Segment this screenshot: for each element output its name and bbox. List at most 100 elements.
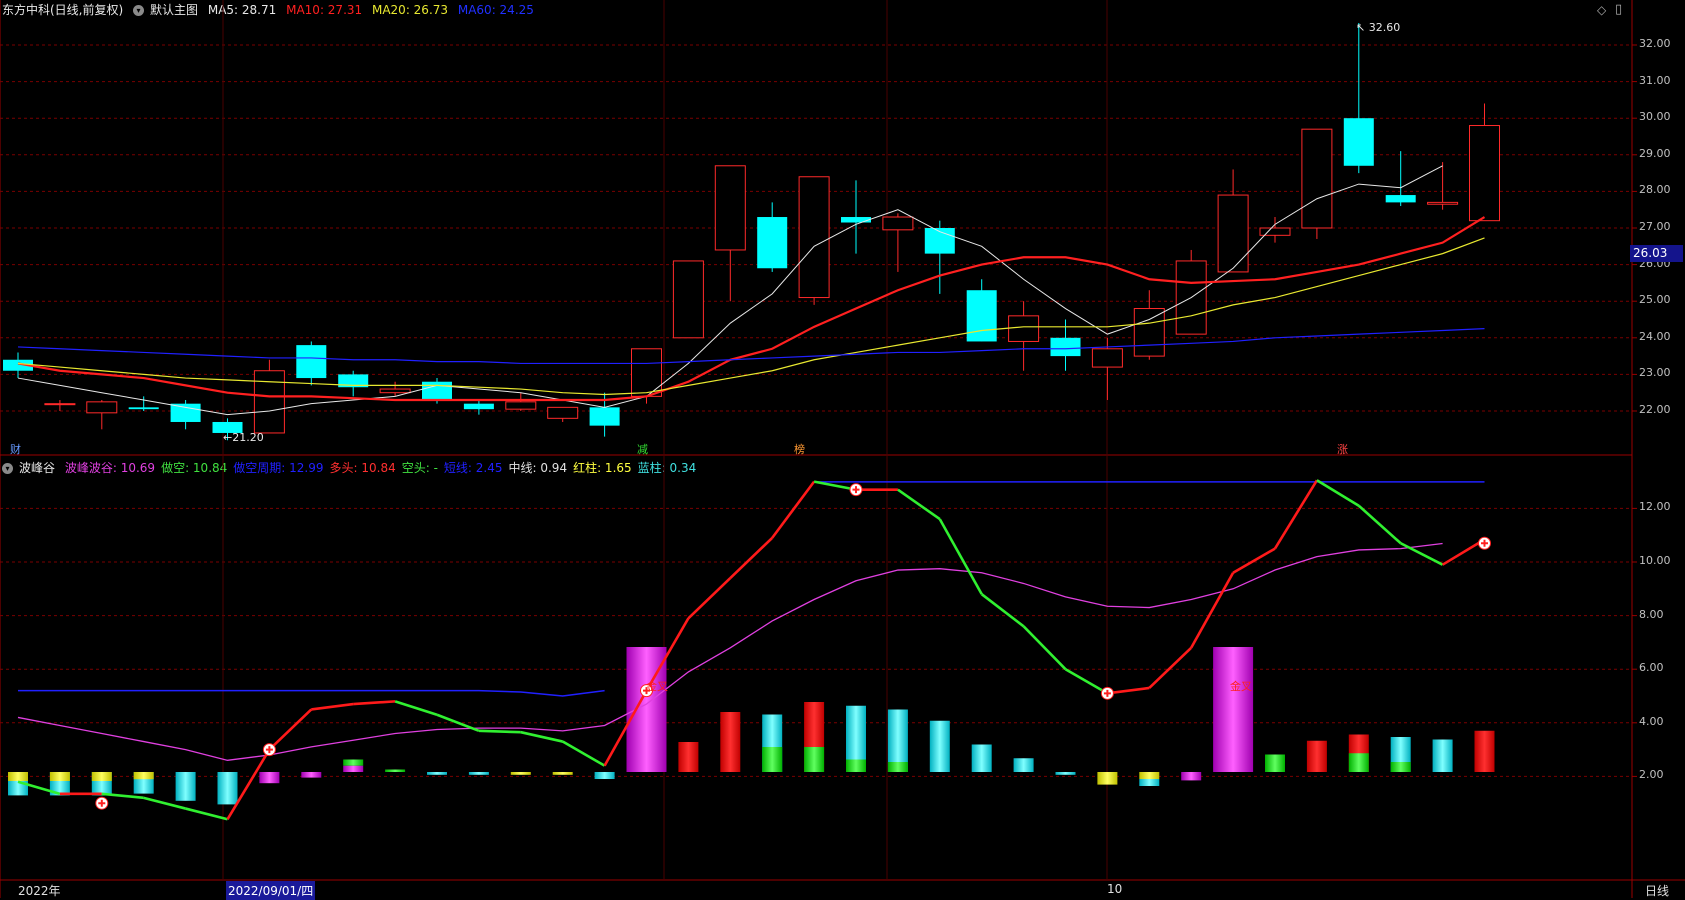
ma-line-ma60 (17, 328, 1485, 365)
indicator-bar (510, 772, 531, 775)
long-short-segment (185, 807, 228, 821)
indicator-bar (1213, 647, 1254, 772)
candle-body (1091, 348, 1123, 368)
candle-body (1427, 201, 1459, 205)
indicator-bar (929, 720, 950, 772)
long-short-segment (353, 700, 396, 706)
indicator-bar (1181, 772, 1202, 781)
indicator-bar-overlay (887, 762, 908, 772)
indicator-tick-label: 4.00 (1639, 714, 1664, 728)
long-short-segment (1190, 572, 1235, 649)
date-label-month: 10 (1107, 882, 1123, 896)
candle-body (422, 381, 452, 401)
long-short-segment (478, 729, 521, 734)
indicator-bar (1265, 754, 1285, 772)
candle-body (379, 388, 411, 394)
golden-cross-label: 金叉 (646, 680, 668, 693)
indicator-bar (343, 765, 364, 772)
candle-body (841, 217, 871, 223)
event-marker-finance[interactable]: 财 (10, 443, 21, 457)
candle-body (714, 165, 746, 251)
indicator-bar (552, 772, 573, 775)
price-tick-label: 27.00 (1639, 220, 1671, 233)
event-marker-list[interactable]: 榜 (794, 443, 805, 457)
indicator-bar (1055, 772, 1076, 775)
indicator-bar (1013, 758, 1034, 772)
candle-body (128, 407, 159, 410)
candle-body (463, 403, 494, 410)
price-tick-label: 29.00 (1639, 146, 1671, 160)
indicator-tick-label: 8.00 (1639, 607, 1664, 621)
candle-body (253, 370, 285, 434)
long-short-segment (394, 700, 438, 716)
ma-line-ma20 (17, 237, 1485, 396)
period-label: 日线 (1645, 884, 1670, 898)
price-tick-label: 31.00 (1639, 73, 1671, 87)
candle-body (1008, 315, 1040, 342)
candle-body (1133, 308, 1165, 357)
long-short-segment (1316, 479, 1360, 507)
indicator-bar (343, 759, 364, 766)
long-short-segment (1232, 547, 1276, 574)
long-short-segment (1064, 668, 1109, 695)
long-short-segment (687, 577, 732, 620)
date-label-cursor: 2022/09/01/四 (226, 881, 316, 900)
candle-body (757, 217, 788, 269)
candle-body (882, 216, 914, 231)
indicator-bar (427, 772, 447, 775)
indicator-bar-overlay (846, 759, 866, 772)
long-short-segment (311, 702, 354, 711)
indicator-bar (678, 742, 699, 772)
price-tick-label: 22.00 (1639, 403, 1671, 416)
candle-body (1343, 118, 1374, 166)
long-short-segment (1022, 625, 1067, 671)
signal-icon (95, 796, 109, 810)
candle-body (505, 401, 537, 410)
signal-icon (262, 743, 276, 757)
indicator-bar-overlay (1348, 753, 1369, 772)
indicator-tick-label: 12.00 (1639, 500, 1671, 514)
indicator-tick-label: 10.00 (1639, 554, 1671, 567)
price-tick-label: 23.00 (1639, 366, 1671, 380)
signal-icon (849, 483, 863, 497)
candle-body (296, 345, 327, 379)
indicator-bar (1474, 730, 1495, 772)
candle-body (547, 406, 579, 419)
chart-canvas[interactable] (0, 0, 1685, 898)
indicator-bar (217, 772, 238, 805)
price-tick-label: 25.00 (1639, 293, 1671, 307)
long-short-segment (938, 518, 983, 595)
indicator-bar-overlay (1390, 762, 1411, 772)
candle-body (1385, 195, 1416, 203)
event-marker-rise[interactable]: 涨 (1337, 443, 1348, 457)
indicator-bar-overlay (804, 747, 825, 772)
long-short-segment (1148, 646, 1193, 689)
low-price-label: ←21.20 (223, 431, 264, 444)
long-short-segment (897, 488, 941, 521)
indicator-bar (1097, 772, 1118, 785)
candle-body (1217, 194, 1249, 273)
long-short-segment (101, 792, 144, 800)
indicator-bar (301, 772, 322, 778)
indicator-tick-label: 2.00 (1639, 768, 1664, 782)
indicator-bar (1306, 740, 1327, 772)
candle-body (798, 176, 830, 299)
candle-body (966, 290, 997, 342)
long-short-segment (771, 480, 816, 539)
indicator-bar (971, 744, 992, 772)
price-tick-label: 30.00 (1639, 110, 1671, 124)
long-short-segment (1357, 504, 1402, 545)
event-marker-reduce[interactable]: 减 (637, 443, 648, 457)
candle-body (631, 348, 662, 397)
indicator-bar (1139, 772, 1160, 779)
indicator-bar-cap (91, 772, 112, 781)
indicator-bar (720, 712, 741, 772)
indicator-bar (259, 772, 280, 784)
price-tick-label: 32.00 (1639, 37, 1671, 50)
candle-body (44, 403, 76, 406)
long-short-segment (980, 593, 1025, 628)
date-label-year: 2022年 (18, 884, 61, 898)
indicator-bar-cap (49, 772, 70, 781)
candle-body (1050, 337, 1081, 357)
signal-icon (1100, 686, 1114, 700)
